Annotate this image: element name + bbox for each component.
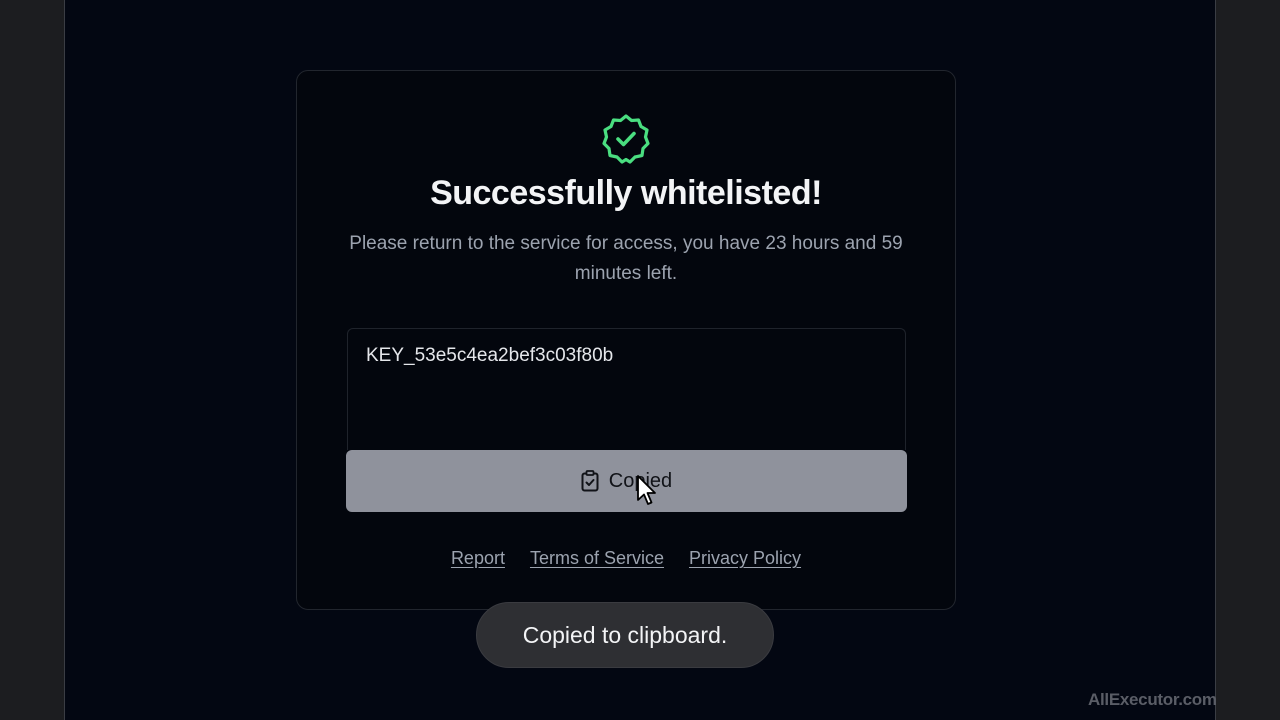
report-link[interactable]: Report [451,548,505,569]
privacy-link[interactable]: Privacy Policy [689,548,801,569]
mouse-cursor-icon [637,475,656,505]
copy-key-button[interactable]: Copied [346,450,907,512]
status-message: Please return to the service for access,… [349,233,903,284]
page-title: Successfully whitelisted! [430,174,822,212]
verified-badge-icon [602,114,650,164]
toast-notification: Copied to clipboard. [476,602,774,668]
toast-message: Copied to clipboard. [522,621,728,648]
watermark: AllExecutor.com [1088,690,1217,709]
terms-link[interactable]: Terms of Service [530,548,664,569]
clipboard-check-icon [581,470,599,492]
key-value: KEY_53e5c4ea2bef3c03f80b [366,345,614,366]
footer-links: Report Terms of Service Privacy Policy [296,548,956,569]
key-textarea[interactable]: KEY_53e5c4ea2bef3c03f80b [347,328,906,450]
